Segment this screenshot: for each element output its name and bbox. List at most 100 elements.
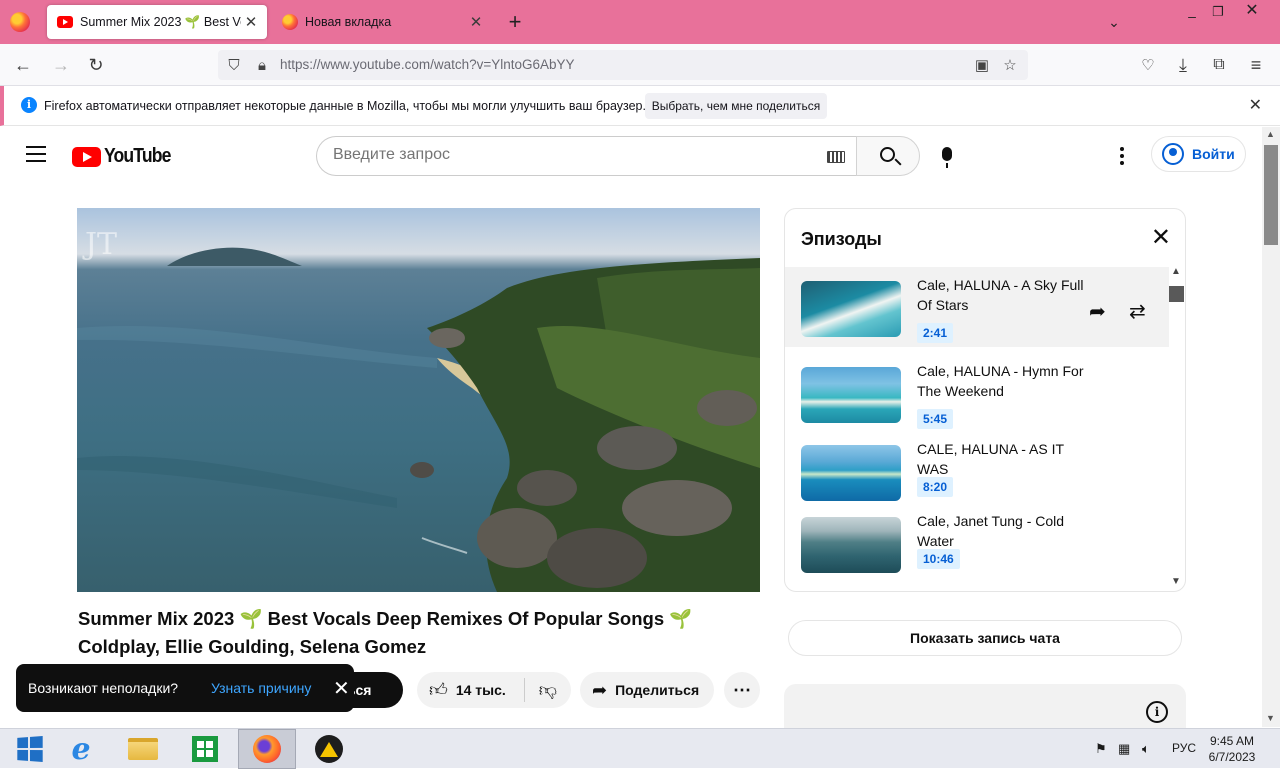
minimize-window-icon[interactable]: – — [1180, 4, 1204, 28]
tab-title: Новая вкладка — [305, 15, 392, 29]
choose-what-to-share-button[interactable]: Выбрать, чем мне поделиться — [645, 93, 827, 119]
video-title: Summer Mix 2023 🌱 Best Vocals Deep Remix… — [78, 608, 693, 657]
episode-title[interactable]: Cale, Janet Tung - Cold Water — [917, 511, 1087, 551]
start-button[interactable] — [0, 729, 58, 769]
episode-item[interactable]: Cale, HALUNA - Hymn For The Weekend 5:45 — [785, 353, 1169, 433]
episode-item[interactable]: Cale, Janet Tung - Cold Water 10:46 — [785, 511, 1169, 591]
pocket-icon[interactable]: ♡ — [1135, 52, 1161, 78]
settings-more-icon[interactable] — [1120, 147, 1124, 168]
episodes-scroll-down-icon[interactable]: ▼ — [1171, 576, 1181, 587]
episode-timestamp[interactable]: 10:46 — [917, 549, 960, 569]
learn-why-link[interactable]: Узнать причину — [211, 680, 311, 696]
close-tab-icon[interactable]: ✕ — [241, 13, 261, 31]
episode-timestamp[interactable]: 2:41 — [917, 323, 954, 343]
episode-timestamp[interactable]: 8:20 — [917, 477, 954, 497]
more-actions-icon[interactable]: ⋯ — [724, 672, 760, 708]
tab-new-tab[interactable]: Новая вкладка ✕ — [272, 5, 492, 39]
list-all-tabs-icon[interactable]: ⌄ — [1102, 10, 1126, 34]
guide-menu-icon[interactable] — [26, 146, 46, 162]
episode-thumbnail[interactable] — [801, 281, 901, 337]
firefox-favicon-icon — [282, 14, 298, 30]
reload-icon[interactable]: ↻ — [83, 52, 109, 78]
telemetry-notification-bar: i Firefox автоматически отправляет некот… — [0, 86, 1280, 126]
taskbar-internet-explorer[interactable]: e — [52, 729, 110, 769]
address-bar[interactable]: ⛉ 🔒︎ https://www.youtube.com/watch?v=Yln… — [218, 50, 1028, 80]
url-text[interactable]: https://www.youtube.com/watch?v=YlntoG6A… — [280, 57, 575, 72]
extensions-icon[interactable]: ⧉ — [1206, 52, 1232, 78]
scroll-up-arrow-icon[interactable]: ▲ — [1266, 129, 1275, 139]
youtube-logo[interactable]: YouTube — [72, 145, 180, 168]
windows-logo-icon — [17, 735, 43, 763]
close-window-icon[interactable]: ✕ — [1240, 0, 1264, 23]
search-button[interactable] — [856, 136, 920, 176]
episode-timestamp[interactable]: 5:45 — [917, 409, 954, 429]
search-box[interactable] — [316, 136, 857, 176]
taskbar-firefox[interactable] — [238, 729, 296, 769]
share-label: Поделиться — [615, 682, 700, 698]
episode-thumbnail[interactable] — [801, 445, 901, 501]
episodes-scrollbar[interactable]: ▲ ▼ — [1168, 266, 1185, 592]
lock-icon[interactable]: 🔒︎ — [252, 55, 272, 75]
menu-hamburger-icon[interactable]: ≡ — [1243, 52, 1269, 78]
close-tab-icon[interactable]: ✕ — [466, 13, 486, 31]
new-tab-button[interactable]: + — [503, 10, 527, 34]
search-icon — [880, 147, 895, 162]
episode-title[interactable]: Cale, HALUNA - Hymn For The Weekend — [917, 361, 1087, 401]
firefox-view-icon[interactable] — [10, 12, 30, 32]
taskbar-file-explorer[interactable] — [114, 729, 172, 769]
firefox-icon — [253, 735, 281, 763]
restore-window-icon[interactable]: ❐ — [1206, 0, 1230, 24]
back-icon[interactable]: ← — [10, 52, 36, 78]
forward-icon[interactable]: → — [48, 52, 74, 78]
close-panel-icon[interactable]: ✕ — [1151, 223, 1171, 252]
like-count[interactable]: 14 тыс. — [456, 682, 506, 698]
episodes-scroll-up-icon[interactable]: ▲ — [1171, 266, 1181, 277]
search-input[interactable] — [333, 146, 813, 164]
downloads-icon[interactable]: ⤓ — [1170, 52, 1196, 78]
episode-item[interactable]: CALE, HALUNA - AS IT WAS 8:20 — [785, 439, 1169, 519]
language-indicator[interactable]: РУС — [1172, 741, 1196, 755]
taskbar-aimp[interactable] — [300, 729, 358, 769]
tracking-protection-shield-icon[interactable]: ⛉ — [224, 55, 244, 75]
action-center-flag-icon[interactable]: ⚑ — [1095, 741, 1107, 757]
show-chat-replay-button[interactable]: Показать запись чата — [788, 620, 1182, 656]
scrollbar-thumb[interactable] — [1264, 145, 1278, 245]
repeat-episode-icon[interactable]: ⇄ — [1129, 299, 1146, 324]
episodes-header: Эпизоды — [801, 229, 882, 249]
page-scrollbar[interactable]: ▲ ▼ — [1262, 127, 1280, 727]
sign-in-button[interactable]: Войти — [1151, 136, 1246, 172]
episode-thumbnail[interactable] — [801, 367, 901, 423]
close-toast-icon[interactable]: ✕ — [333, 676, 350, 701]
episodes-scrollbar-thumb[interactable] — [1169, 286, 1184, 302]
taskbar-store[interactable] — [176, 729, 234, 769]
volume-muted-icon[interactable]: 🔈︎ — [1142, 741, 1150, 757]
system-clock[interactable]: 9:45 AM 6/7/2023 — [1206, 733, 1258, 765]
reader-view-icon[interactable]: ▣ — [972, 55, 992, 75]
video-frame-coastline: JT — [77, 227, 760, 592]
share-button[interactable]: ➦ Поделиться — [580, 672, 714, 708]
troubleshoot-toast: Возникают неполадки? Узнать причину ✕ — [16, 664, 354, 712]
episode-item[interactable]: Cale, HALUNA - A Sky Full Of Stars 2:41 … — [785, 267, 1169, 347]
channel-watermark-logo: JT — [82, 227, 117, 262]
network-icon[interactable]: ▦ — [1118, 741, 1130, 757]
like-icon[interactable]: 👍︎ — [429, 679, 448, 701]
like-divider — [523, 678, 525, 702]
like-dislike-group: 👍︎ 14 тыс. 👎︎ — [417, 672, 571, 708]
dislike-icon[interactable]: 👎︎ — [539, 679, 557, 701]
close-notification-icon[interactable]: ✕ — [1249, 95, 1262, 115]
bookmark-star-icon[interactable]: ☆ — [1000, 55, 1020, 75]
tab-title: Summer Mix 2023 🌱 Best Vocal — [80, 14, 241, 29]
episode-title[interactable]: CALE, HALUNA - AS IT WAS — [917, 439, 1087, 479]
sign-in-label: Войти — [1192, 146, 1235, 162]
episode-thumbnail[interactable] — [801, 517, 901, 573]
tab-youtube[interactable]: Summer Mix 2023 🌱 Best Vocal ✕ — [47, 5, 267, 39]
microphone-icon[interactable] — [942, 147, 952, 168]
account-icon — [1162, 143, 1184, 165]
scroll-down-arrow-icon[interactable]: ▼ — [1266, 713, 1275, 723]
keyboard-icon[interactable] — [827, 151, 845, 163]
video-player[interactable]: JT — [77, 208, 760, 592]
info-icon[interactable]: i — [1146, 701, 1168, 723]
store-icon — [192, 736, 218, 762]
share-episode-icon[interactable]: ➦ — [1089, 299, 1106, 324]
episode-title[interactable]: Cale, HALUNA - A Sky Full Of Stars — [917, 275, 1087, 315]
